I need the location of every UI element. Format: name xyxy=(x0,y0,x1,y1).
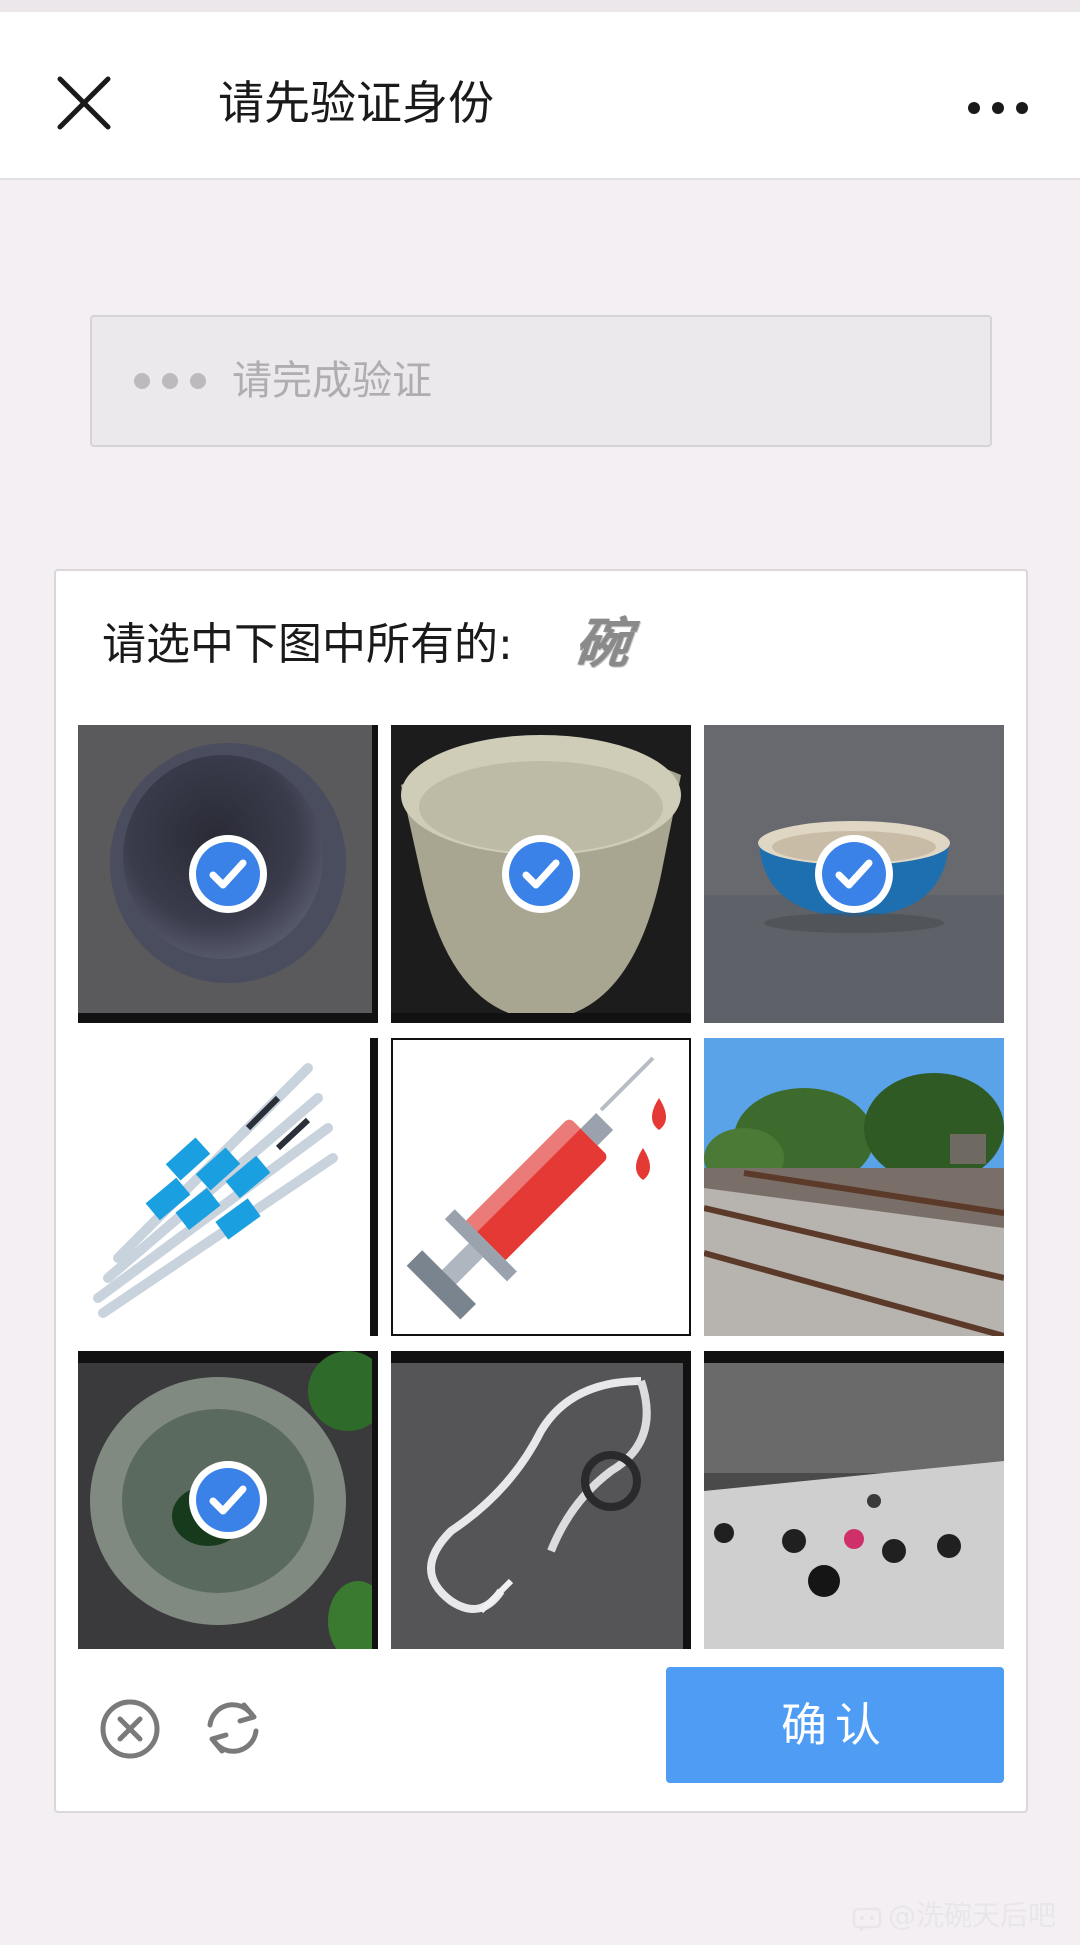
close-icon[interactable] xyxy=(50,69,118,137)
confirm-button[interactable]: 确认 xyxy=(666,1667,1004,1783)
image-tile[interactable] xyxy=(391,1038,691,1336)
chat-bubble-icon xyxy=(852,1904,882,1932)
image-tile[interactable] xyxy=(78,1351,378,1649)
image-tile[interactable] xyxy=(704,1038,1004,1336)
prompt-target-word: 碗 xyxy=(572,611,632,675)
image-tile[interactable] xyxy=(391,1351,691,1649)
check-icon xyxy=(187,833,269,915)
page-title: 请先验证身份 xyxy=(218,76,494,130)
billiards-image xyxy=(704,1351,1004,1649)
image-tile[interactable] xyxy=(704,725,1004,1023)
stethoscope-image xyxy=(391,1351,691,1649)
image-tile[interactable] xyxy=(704,1351,1004,1649)
check-icon xyxy=(813,833,895,915)
verification-status-box[interactable]: 请完成验证 xyxy=(90,315,992,447)
captcha-panel: 请选中下图中所有的: 碗 确认 xyxy=(54,569,1028,1813)
check-icon xyxy=(500,833,582,915)
refresh-icon[interactable] xyxy=(200,1695,266,1761)
more-dots-icon[interactable] xyxy=(966,86,1030,130)
loading-dots-icon xyxy=(132,371,212,391)
image-tile[interactable] xyxy=(78,1038,378,1336)
watermark-text: @洗碗天后吧 xyxy=(888,1899,1057,1932)
status-bar-strip xyxy=(0,0,1080,12)
railway-image xyxy=(704,1038,1004,1336)
circle-x-icon[interactable] xyxy=(98,1697,162,1761)
nav-bar: 请先验证身份 xyxy=(0,12,1080,180)
captcha-actions: 确认 xyxy=(56,1667,1026,1797)
image-tile[interactable] xyxy=(391,725,691,1023)
syringe-blood-image xyxy=(391,1038,691,1336)
image-grid xyxy=(78,725,1004,1649)
image-tile[interactable] xyxy=(78,725,378,1023)
check-icon xyxy=(187,1459,269,1541)
status-text: 请完成验证 xyxy=(232,358,432,404)
prompt-text: 请选中下图中所有的: xyxy=(102,619,513,670)
watermark: @洗碗天后吧 xyxy=(852,1896,1056,1936)
syringes-image xyxy=(78,1038,378,1336)
